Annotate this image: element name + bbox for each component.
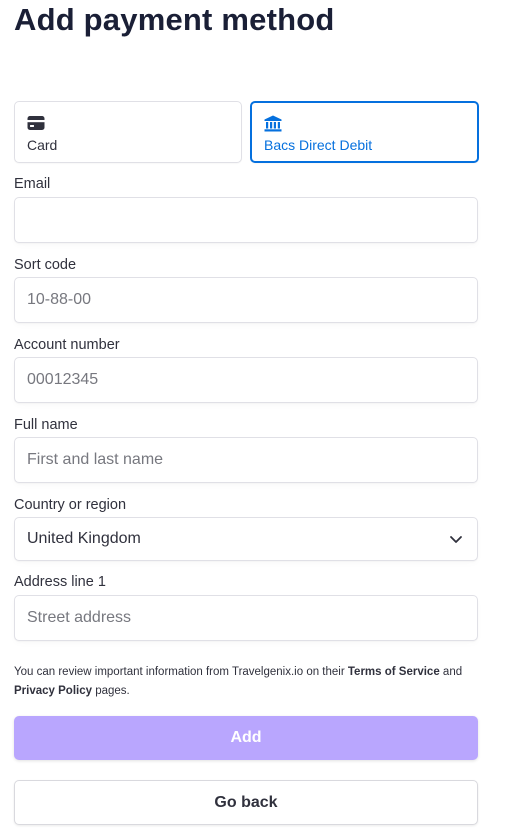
full-name-label: Full name [14, 417, 78, 433]
address-line1-field[interactable] [14, 595, 478, 641]
notice-text-end: pages. [92, 685, 130, 697]
add-button[interactable]: Add [14, 716, 478, 760]
sort-code-field[interactable] [14, 277, 478, 323]
account-number-label: Account number [14, 337, 120, 353]
tab-card[interactable]: Card [14, 101, 242, 163]
privacy-policy-link[interactable]: Privacy Policy [14, 685, 92, 697]
go-back-button[interactable]: Go back [14, 780, 478, 825]
notice-text: You can review important information fro… [14, 666, 348, 678]
card-icon [27, 115, 45, 131]
terms-notice: You can review important information fro… [14, 663, 484, 701]
bank-icon [264, 115, 282, 132]
country-select-value: United Kingdom [27, 530, 141, 547]
notice-text-and: and [439, 666, 463, 678]
account-number-field[interactable] [14, 357, 478, 403]
tab-bacs-label: Bacs Direct Debit [264, 137, 373, 153]
payment-method-tabs: Card Bacs Direct Debit [14, 101, 479, 163]
tab-card-label: Card [27, 137, 58, 153]
email-field[interactable] [14, 197, 478, 243]
chevron-down-icon [449, 532, 463, 546]
sort-code-label: Sort code [14, 257, 77, 273]
country-select[interactable]: United Kingdom [14, 517, 478, 561]
country-label: Country or region [14, 497, 127, 513]
email-label: Email [14, 176, 51, 192]
terms-of-service-link[interactable]: Terms of Service [348, 666, 440, 678]
page-title: Add payment method [14, 2, 335, 37]
tab-bacs-direct-debit[interactable]: Bacs Direct Debit [250, 101, 479, 163]
full-name-field[interactable] [14, 437, 478, 483]
address-line1-label: Address line 1 [14, 574, 106, 590]
